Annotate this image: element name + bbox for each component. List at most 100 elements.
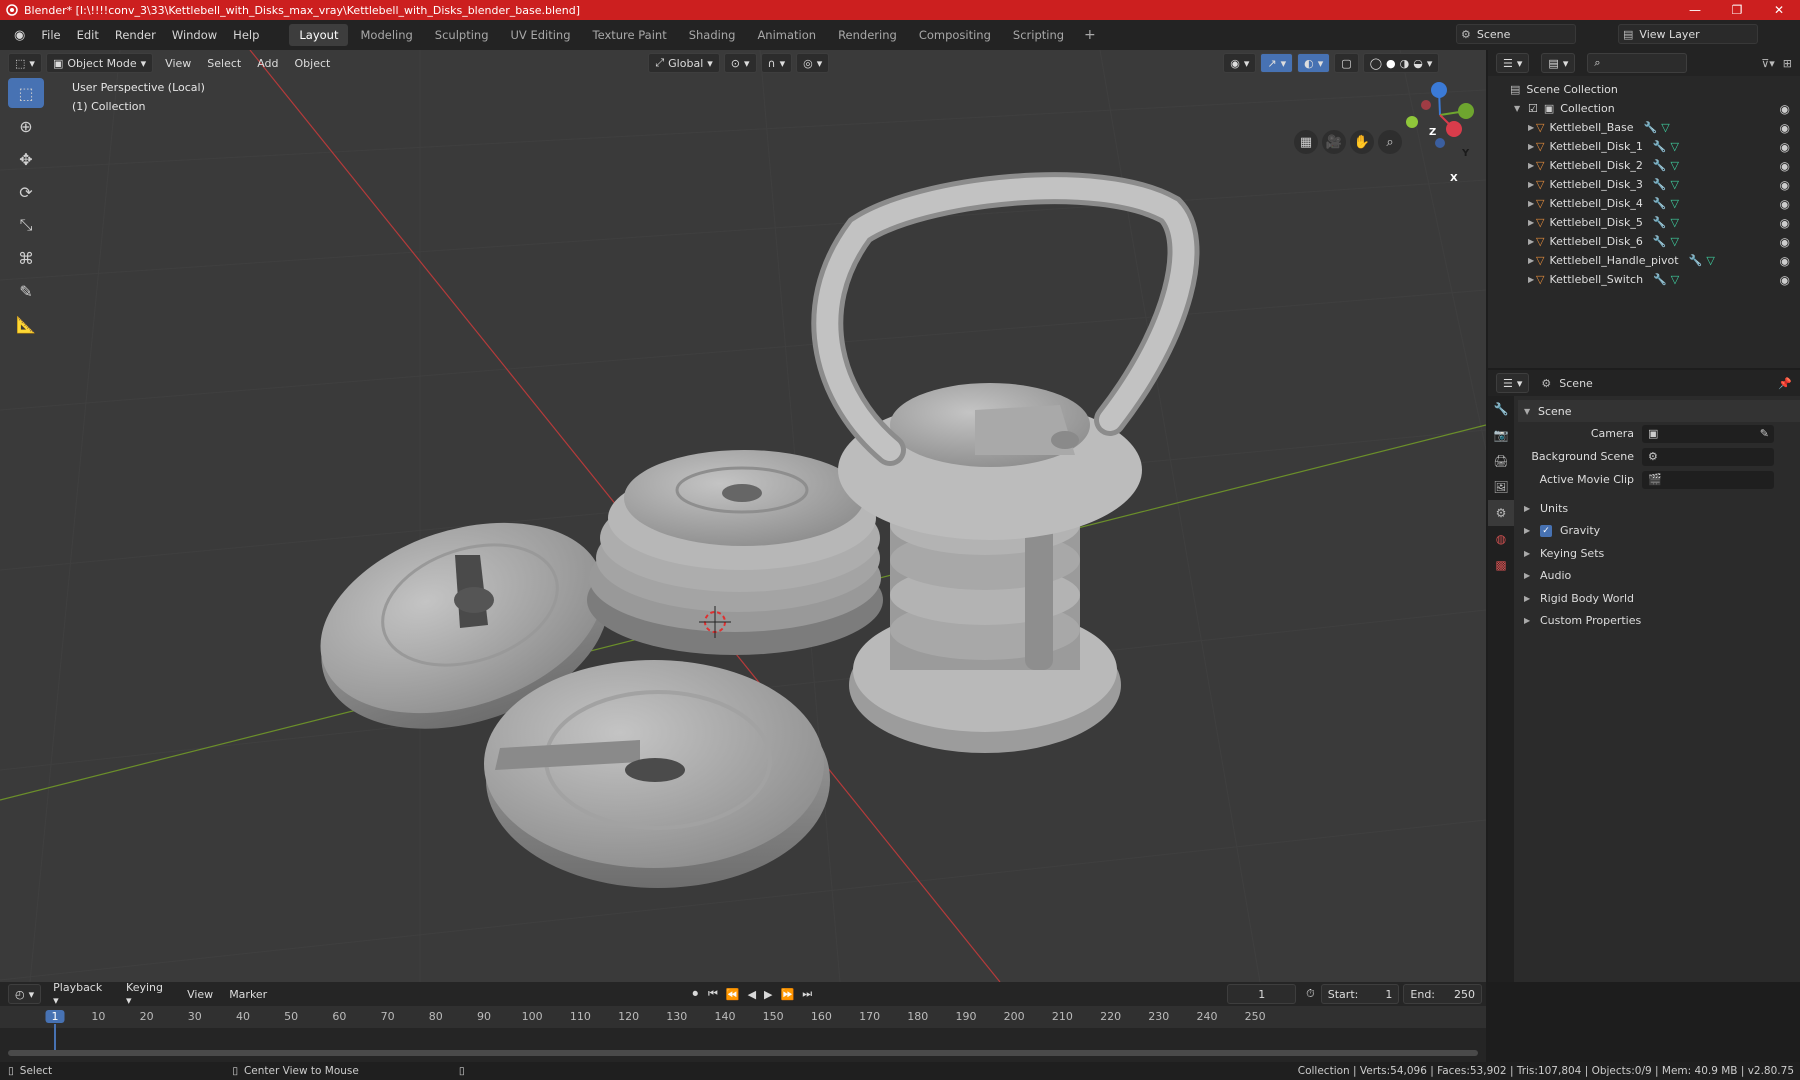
view-layer-selector[interactable]: ▤ View Layer (1618, 24, 1758, 44)
properties-editor-type[interactable]: ☰ ▾ (1496, 373, 1530, 393)
collection-checkbox[interactable]: ☑ (1528, 102, 1538, 115)
menu-file[interactable]: File (33, 28, 68, 42)
modifier-wrench-icon[interactable]: 🔧 (1653, 140, 1667, 153)
menu-playback[interactable]: Playback ▾ (45, 979, 118, 1009)
playhead[interactable] (54, 1024, 56, 1052)
filter-icon[interactable]: ⊽▾ (1761, 57, 1775, 70)
menu-window[interactable]: Window (164, 28, 225, 42)
eye-icon[interactable]: ◉ (1780, 197, 1790, 211)
eye-icon[interactable]: ◉ (1780, 273, 1790, 287)
current-frame-field[interactable]: 1 (1227, 984, 1297, 1004)
eye-icon[interactable]: ◉ (1780, 178, 1790, 192)
modifier-wrench-icon[interactable]: 🔧 (1653, 197, 1667, 210)
snap-button[interactable]: ∩ ▾ (760, 53, 793, 73)
gravity-subpanel[interactable]: ▶ ✓ Gravity (1518, 520, 1800, 543)
eye-icon[interactable]: ◉ (1780, 254, 1790, 268)
record-button[interactable]: ⏺ (692, 987, 698, 1001)
outliner-object-row[interactable]: ▶ ▽ Kettlebell_Disk_4 🔧 ▽ ◉ (1488, 194, 1800, 213)
audio-subpanel[interactable]: ▶ Audio (1518, 565, 1800, 588)
gravity-checkbox[interactable]: ✓ (1540, 524, 1552, 537)
menu-select[interactable]: Select (199, 55, 249, 72)
tab-uv-editing[interactable]: UV Editing (501, 24, 581, 46)
new-collection-icon[interactable]: ⊞ (1783, 57, 1792, 70)
proportional-edit-button[interactable]: ◎ ▾ (796, 53, 830, 73)
stopwatch-icon[interactable]: ⏱ (1306, 987, 1315, 1001)
mode-selector[interactable]: ▣ Object Mode ▾ (45, 53, 154, 73)
rigid-body-world-subpanel[interactable]: ▶ Rigid Body World (1518, 587, 1800, 610)
annotate-tool[interactable]: ✎ (8, 276, 44, 306)
view-layer-tab-icon[interactable]: 🖼 (1488, 474, 1514, 500)
render-tab-icon[interactable]: 📷 (1488, 422, 1514, 448)
expand-arrow-icon[interactable]: ▶ (1528, 256, 1536, 265)
modifier-wrench-icon[interactable]: 🔧 (1653, 235, 1667, 248)
eye-icon[interactable]: ◉ (1780, 216, 1790, 230)
gizmo-neg-z[interactable] (1435, 138, 1445, 148)
modifier-wrench-icon[interactable]: 🔧 (1653, 216, 1667, 229)
rendered-shading-icon[interactable]: ◒ (1413, 57, 1423, 70)
start-frame-field[interactable]: Start: 1 (1320, 984, 1400, 1004)
menu-help[interactable]: Help (225, 28, 267, 42)
scene-panel-header[interactable]: ▼ Scene (1518, 400, 1800, 422)
zoom-icon[interactable]: ⌕ (1378, 130, 1402, 154)
shading-modes[interactable]: ◯ ● ◑ ◒ ▾ (1362, 53, 1440, 73)
eye-icon[interactable]: ◉ (1780, 102, 1790, 116)
jump-start-button[interactable]: ⏮ (708, 987, 718, 1001)
jump-end-button[interactable]: ⏭ (802, 987, 812, 1001)
editor-type-button[interactable]: ⬚ ▾ (8, 53, 42, 73)
modifier-wrench-icon[interactable]: 🔧 (1644, 121, 1658, 134)
minimize-button[interactable]: — (1674, 0, 1716, 20)
movie-clip-field[interactable]: 🎬 (1642, 470, 1774, 489)
display-mode-button[interactable]: ▤ ▾ (1541, 53, 1576, 73)
eye-icon[interactable]: ◉ (1780, 140, 1790, 154)
outliner-object-row[interactable]: ▶ ▽ Kettlebell_Disk_1 🔧 ▽ ◉ (1488, 137, 1800, 156)
tab-compositing[interactable]: Compositing (909, 24, 1001, 46)
xray-toggle[interactable]: ▢ (1334, 53, 1359, 73)
rotate-tool[interactable]: ⟳ (8, 177, 44, 207)
toggle-perspective-grid-icon[interactable]: ▦ (1294, 130, 1318, 154)
3d-viewport[interactable]: Z Y X ⬚ ▾ ▣ Object Mode ▾ View Select Add O… (0, 50, 1486, 982)
expand-arrow-icon[interactable]: ▶ (1528, 275, 1536, 284)
outliner-object-row[interactable]: ▶ ▽ Kettlebell_Switch 🔧 ▽ ◉ (1488, 270, 1800, 289)
add-workspace-button[interactable]: + (1076, 27, 1104, 43)
background-scene-field[interactable]: ⚙ (1642, 447, 1774, 466)
scene-collection-row[interactable]: ▤ Scene Collection (1488, 80, 1800, 99)
blender-menu-icon[interactable]: ◉ (6, 28, 33, 43)
gizmo-neg-y[interactable] (1406, 116, 1418, 128)
solid-shading-icon[interactable]: ● (1386, 57, 1396, 70)
eyedropper-icon[interactable]: ✎ (1760, 427, 1769, 440)
texture-tab-icon[interactable]: ▩ (1488, 552, 1514, 578)
output-tab-icon[interactable]: 🖨 (1488, 448, 1514, 474)
transform-orientation-selector[interactable]: ⤢ Global ▾ (648, 53, 720, 73)
outliner-object-row[interactable]: ▶ ▽ Kettlebell_Handle_pivot 🔧 ▽ ◉ (1488, 251, 1800, 270)
menu-add[interactable]: Add (249, 55, 286, 72)
mesh-data-icon[interactable]: ▽ (1671, 159, 1679, 172)
tool-tab-icon[interactable]: 🔧 (1488, 396, 1514, 422)
jump-keyframe-forward-button[interactable]: ⏩ (781, 988, 795, 1001)
menu-timeline-view[interactable]: View (179, 986, 221, 1003)
move-tool[interactable]: ✥ (8, 144, 44, 174)
expand-arrow-icon[interactable]: ▶ (1528, 161, 1536, 170)
mesh-data-icon[interactable]: ▽ (1671, 197, 1679, 210)
gizmo-z[interactable] (1431, 82, 1447, 98)
modifier-wrench-icon[interactable]: 🔧 (1653, 159, 1667, 172)
frame-ruler[interactable]: 1 10 20 30 40 50 60 70 80 90 100 110 120 130 140 150 160… (0, 1006, 1486, 1052)
outliner-object-row[interactable]: ▶ ▽ Kettlebell_Disk_2 🔧 ▽ ◉ (1488, 156, 1800, 175)
eye-icon[interactable]: ◉ (1780, 159, 1790, 173)
menu-marker[interactable]: Marker (221, 986, 275, 1003)
end-frame-field[interactable]: End: 250 (1403, 984, 1483, 1004)
tab-sculpting[interactable]: Sculpting (425, 24, 499, 46)
keying-sets-subpanel[interactable]: ▶ Keying Sets (1518, 542, 1800, 565)
timeline-editor-type[interactable]: ◴ ▾ (8, 984, 42, 1004)
timeline-scrollbar[interactable] (8, 1050, 1478, 1056)
camera-view-icon[interactable]: 🎥 (1322, 130, 1346, 154)
tab-rendering[interactable]: Rendering (828, 24, 907, 46)
navigation-gizmo[interactable] (1406, 82, 1474, 148)
outliner-editor-type[interactable]: ☰ ▾ (1496, 53, 1530, 73)
eye-icon[interactable]: ◉ (1780, 235, 1790, 249)
units-subpanel[interactable]: ▶ Units (1518, 497, 1800, 520)
outliner-object-row[interactable]: ▶ ▽ Kettlebell_Disk_3 🔧 ▽ ◉ (1488, 175, 1800, 194)
modifier-wrench-icon[interactable]: 🔧 (1689, 254, 1703, 267)
collection-row[interactable]: ▼ ☑ ▣ Collection ◉ (1488, 99, 1800, 118)
gizmo-y[interactable] (1458, 103, 1474, 119)
material-shading-icon[interactable]: ◑ (1400, 57, 1410, 70)
